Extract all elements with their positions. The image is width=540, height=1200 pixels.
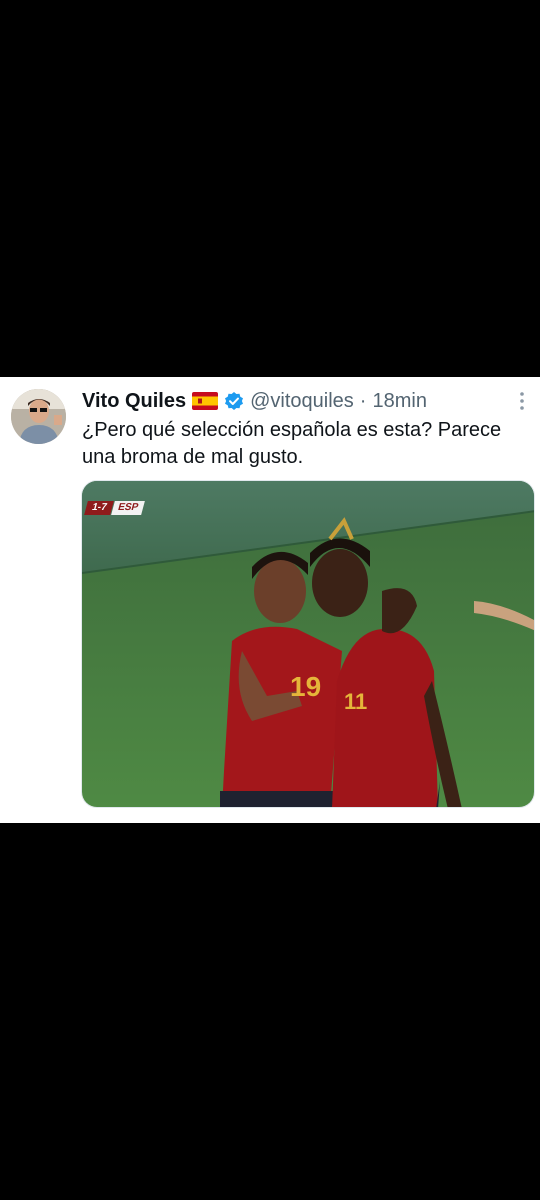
author-name[interactable]: Vito Quiles <box>82 390 186 413</box>
author-handle[interactable]: @vitoquiles <box>250 390 354 413</box>
meta-separator: · <box>359 389 367 412</box>
tweet-header: Vito Quiles @vitoquiles · 18min <box>82 387 427 415</box>
tweet-media-image[interactable]: 19 11 1-7 ESP <box>81 480 535 808</box>
tweet-text: ¿Pero qué selección española es esta? Pa… <box>82 419 502 468</box>
verified-badge-icon <box>224 391 244 411</box>
spain-flag-icon <box>192 392 219 410</box>
jersey-number-right: 11 <box>344 689 367 714</box>
jersey-number-left: 19 <box>290 671 321 702</box>
tweet-timestamp[interactable]: 18min <box>372 390 426 413</box>
author-avatar[interactable] <box>11 389 66 444</box>
tweet-card[interactable]: Vito Quiles @vitoquiles · 18min ¿Pero qu… <box>0 377 540 823</box>
more-options-icon[interactable] <box>518 391 526 411</box>
scorebug-team: ESP <box>111 501 146 515</box>
scorebug: 1-7 ESP <box>84 501 146 515</box>
scorebug-score: 1-7 <box>84 501 115 515</box>
